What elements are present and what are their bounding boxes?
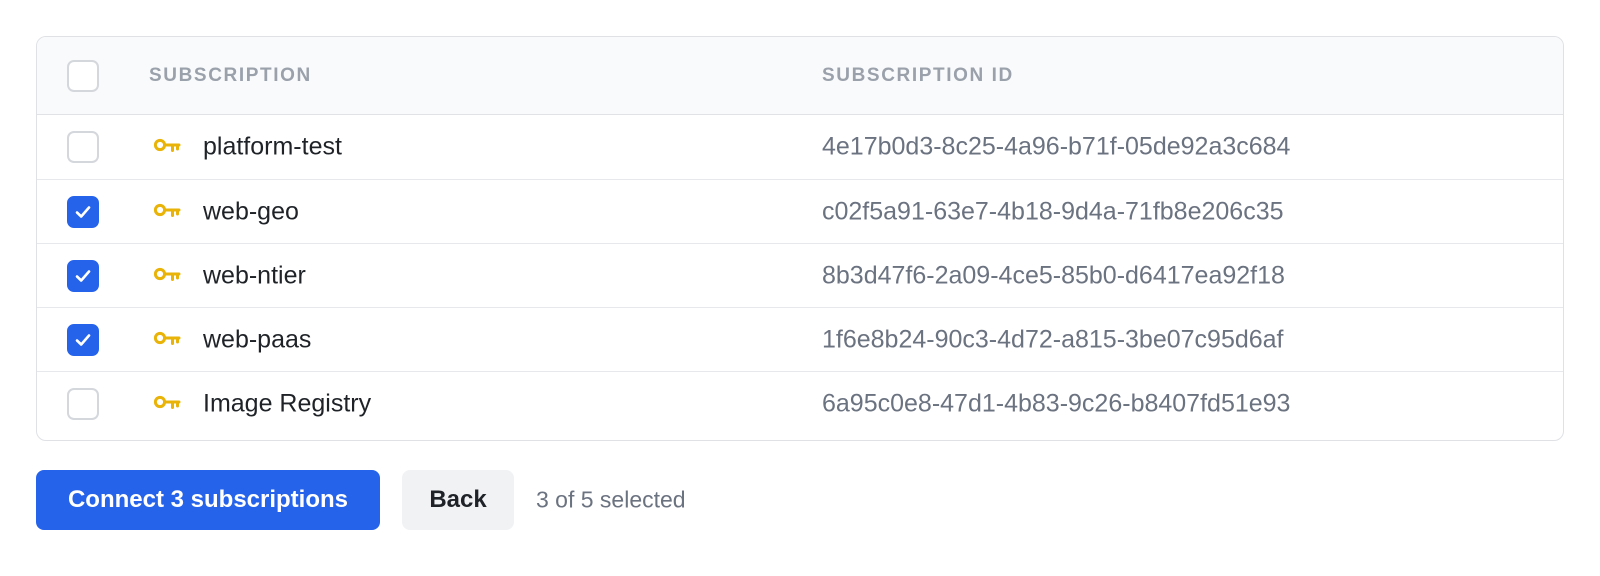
key-icon [153, 138, 181, 152]
checkmark-icon [75, 269, 91, 282]
subscription-name: web-paas [203, 325, 312, 353]
row-checkbox[interactable] [67, 387, 99, 420]
subscription-id: 6a95c0e8-47d1-4b83-9c26-b8407fd51e93 [822, 389, 1291, 417]
subscription-id: 8b3d47f6-2a09-4ce5-85b0-d6417ea92f18 [822, 261, 1285, 289]
table-row[interactable]: web-paas 1f6e8b24-90c3-4d72-a815-3be07c9… [37, 307, 1563, 371]
selection-status: 3 of 5 selected [536, 486, 686, 513]
key-icon [153, 395, 181, 409]
select-all-checkbox[interactable] [67, 59, 99, 92]
subscription-name: platform-test [203, 132, 342, 161]
column-header-subscription-id: SUBSCRIPTION ID [822, 64, 1014, 86]
key-icon [153, 331, 181, 345]
row-checkbox[interactable] [67, 259, 99, 292]
column-header-subscription: SUBSCRIPTION [149, 64, 312, 86]
table-row[interactable]: web-geo c02f5a91-63e7-4b18-9d4a-71fb8e20… [37, 179, 1563, 243]
subscription-name: web-geo [203, 197, 299, 225]
subscriptions-table: SUBSCRIPTION SUBSCRIPTION ID platform-te… [36, 36, 1564, 441]
connect-subscriptions-button[interactable]: Connect 3 subscriptions [36, 470, 380, 530]
subscription-id: c02f5a91-63e7-4b18-9d4a-71fb8e206c35 [822, 197, 1284, 225]
back-button[interactable]: Back [402, 470, 514, 530]
key-icon [153, 203, 181, 217]
table-row[interactable]: web-ntier 8b3d47f6-2a09-4ce5-85b0-d6417e… [37, 243, 1563, 307]
table-row[interactable]: Image Registry 6a95c0e8-47d1-4b83-9c26-b… [37, 371, 1563, 435]
key-icon [153, 267, 181, 281]
subscription-id: 4e17b0d3-8c25-4a96-b71f-05de92a3c684 [822, 132, 1291, 161]
subscription-name: Image Registry [203, 389, 372, 417]
checkmark-icon [75, 205, 91, 218]
row-checkbox[interactable] [67, 195, 99, 228]
subscription-id: 1f6e8b24-90c3-4d72-a815-3be07c95d6af [822, 325, 1284, 353]
row-checkbox[interactable] [67, 323, 99, 356]
subscription-name: web-ntier [203, 261, 306, 289]
checkmark-icon [75, 333, 91, 346]
table-header: SUBSCRIPTION SUBSCRIPTION ID [37, 37, 1563, 115]
row-checkbox[interactable] [67, 131, 99, 163]
table-row[interactable]: platform-test 4e17b0d3-8c25-4a96-b71f-05… [37, 115, 1563, 179]
